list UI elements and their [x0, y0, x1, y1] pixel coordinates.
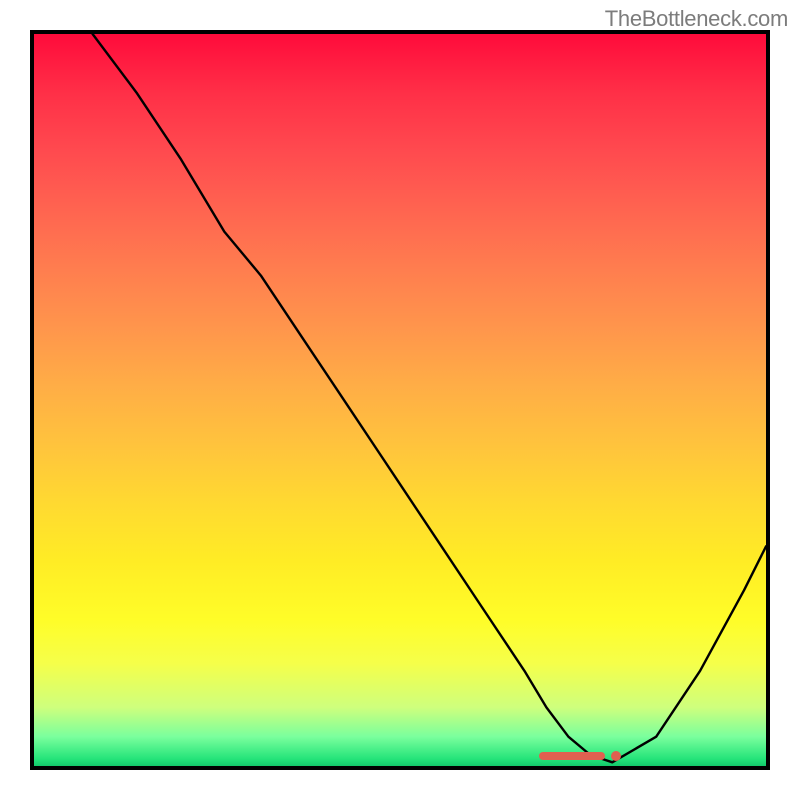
watermark-text: TheBottleneck.com: [605, 6, 788, 32]
chart-container: [30, 30, 770, 770]
curve-svg: [34, 34, 766, 766]
plot-area: [30, 30, 770, 770]
bottleneck-curve-path: [93, 34, 766, 762]
minimum-marker-bar: [539, 752, 605, 760]
